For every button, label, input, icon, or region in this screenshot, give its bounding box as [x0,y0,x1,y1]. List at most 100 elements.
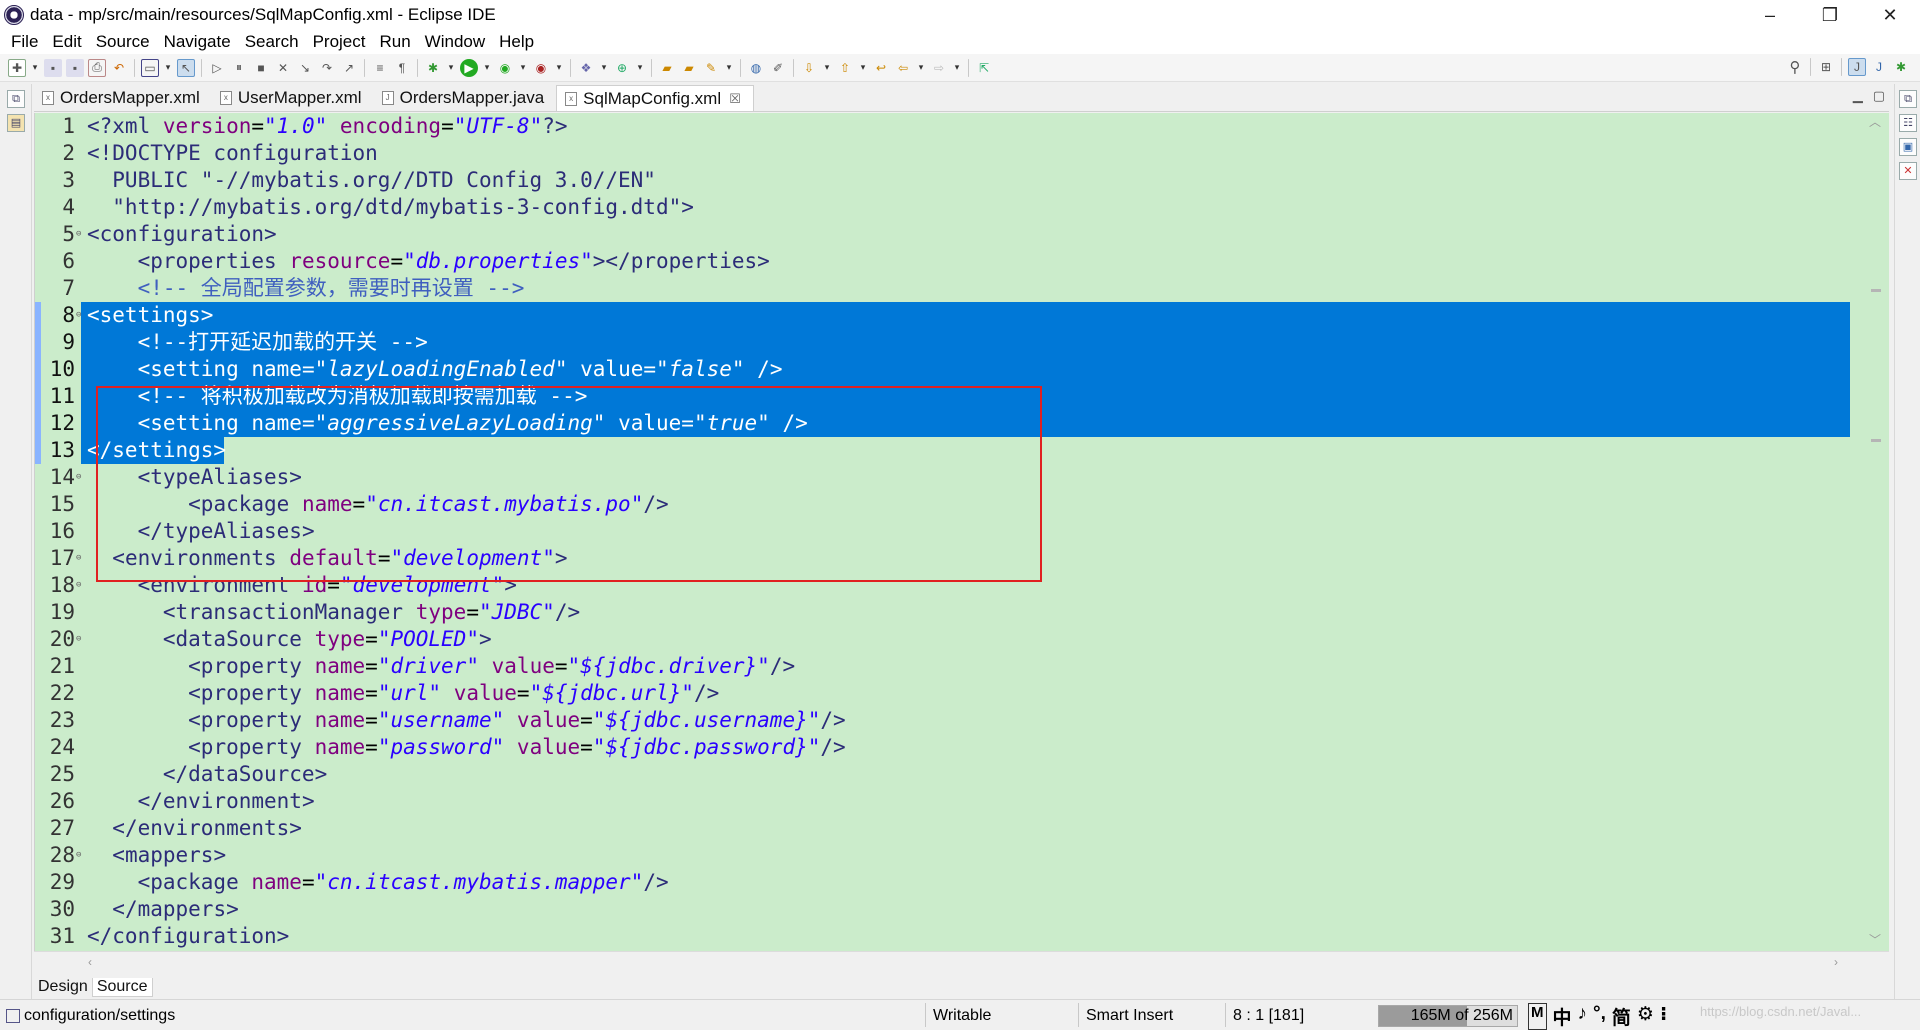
terminal-icon[interactable]: ▭ [141,58,159,77]
code-line[interactable]: 7 <!-- 全局配置参数，需要时再设置 --> [35,275,1850,302]
scroll-left-icon[interactable]: ‹ [88,955,92,969]
step-into-icon[interactable]: ↘ [296,59,314,77]
horizontal-scrollbar[interactable]: ‹ › [34,951,1889,975]
next-annotation-dropdown-icon[interactable]: ▾ [822,59,832,77]
debug-icon[interactable]: ✱ [424,59,442,77]
new-class-dropdown-icon[interactable]: ▾ [635,59,645,77]
maximize-editor-icon[interactable]: ▢ [1873,88,1885,104]
terminate-icon[interactable]: ■ [252,59,270,77]
pin-editor-icon[interactable]: ⇱ [975,59,993,77]
new-icon[interactable]: ✚ [8,58,26,77]
menu-search[interactable]: Search [238,32,306,52]
skip-breakpoints-icon[interactable]: ↖ [177,58,195,77]
debug-perspective-icon[interactable]: ✱ [1892,58,1910,76]
fold-toggle-icon[interactable]: ⊖ [76,464,81,491]
search-tool-dropdown-icon[interactable]: ▾ [724,59,734,77]
coverage-icon[interactable]: ◉ [496,59,514,77]
toggle-block-icon[interactable]: ≡ [371,59,389,77]
code-line[interactable]: 24 <property name="password" value="${jd… [35,734,1850,761]
tab-design[interactable]: Design [34,978,92,996]
code-line[interactable]: 9 <!--打开延迟加载的开关 --> [35,329,1850,356]
tab-source[interactable]: Source [91,977,153,997]
scroll-up-icon[interactable]: ︿ [1869,113,1881,130]
forward-icon[interactable]: ⇨ [930,59,948,77]
minimize-button[interactable]: – [1740,0,1800,30]
open-perspective-icon[interactable]: ⊞ [1817,58,1835,76]
tab-user-mapper-xml[interactable]: x UserMapper.xml [212,85,374,111]
last-edit-icon[interactable]: ↩ [872,59,890,77]
tab-sqlmapconfig-xml[interactable]: x SqlMapConfig.xml ☒ [556,85,754,111]
code-line[interactable]: 17 ⊖ <environments default="development"> [35,545,1850,572]
show-whitespace-icon[interactable]: ¶ [393,59,411,77]
fold-toggle-icon[interactable]: ⊖ [76,572,81,599]
code-line[interactable]: 15 <package name="cn.itcast.mybatis.po"/… [35,491,1850,518]
menu-edit[interactable]: Edit [45,32,88,52]
code-line[interactable]: 20 ⊖ <dataSource type="POOLED"> [35,626,1850,653]
java-ee-perspective-icon[interactable]: J [1848,58,1866,76]
code-line[interactable]: 14 ⊖ <typeAliases> [35,464,1850,491]
code-line[interactable]: 10 <setting name="lazyLoadingEnabled" va… [35,356,1850,383]
undo-history-icon[interactable]: ↶ [110,59,128,77]
xml-source-editor[interactable]: 1 <?xml version="1.0" encoding="UTF-8"?> 2… [34,113,1889,951]
problems-view-icon[interactable]: ✕ [1899,162,1917,180]
code-line[interactable]: 18 ⊖ <environment id="development"> [35,572,1850,599]
code-line[interactable]: 25 </dataSource> [35,761,1850,788]
run-dropdown-icon[interactable]: ▾ [482,59,492,77]
ime-punctuation[interactable]: °, [1593,1003,1606,1030]
resume-icon[interactable]: ▷ [208,59,226,77]
code-line[interactable]: 22 <property name="url" value="${jdbc.ur… [35,680,1850,707]
code-line[interactable]: 26 </environment> [35,788,1850,815]
outline-view-icon[interactable]: ☷ [1899,114,1917,132]
minimize-editor-icon[interactable]: ▁ [1853,88,1863,104]
code-line[interactable]: 1 <?xml version="1.0" encoding="UTF-8"?> [35,113,1850,140]
menu-window[interactable]: Window [418,32,492,52]
previous-annotation-dropdown-icon[interactable]: ▾ [858,59,868,77]
code-line[interactable]: 16 </typeAliases> [35,518,1850,545]
debug-dropdown-icon[interactable]: ▾ [446,59,456,77]
step-return-icon[interactable]: ↗ [340,59,358,77]
open-type-icon[interactable]: ▰ [658,59,676,77]
code-line[interactable]: 19 <transactionManager type="JDBC"/> [35,599,1850,626]
code-line[interactable]: 23 <property name="username" value="${jd… [35,707,1850,734]
close-tab-icon[interactable]: ☒ [729,91,741,107]
menu-run[interactable]: Run [372,32,417,52]
menu-help[interactable]: Help [492,32,541,52]
package-explorer-icon[interactable]: ▤ [7,114,25,132]
code-line[interactable]: 8 ⊖ <settings> [35,302,1850,329]
coverage-dropdown-icon[interactable]: ▾ [518,59,528,77]
code-line[interactable]: 4 "http://mybatis.org/dtd/mybatis-3-conf… [35,194,1850,221]
fold-toggle-icon[interactable]: ⊖ [76,302,81,329]
code-line[interactable]: 11 <!-- 将积极加载改为消极加载即按需加载 --> [35,383,1850,410]
ime-halfwidth[interactable]: ♪ [1578,1003,1588,1030]
open-task-icon[interactable]: ▰ [680,59,698,77]
code-line[interactable]: 3 PUBLIC "-//mybatis.org//DTD Config 3.0… [35,167,1850,194]
code-line[interactable]: 5 ⊖ <configuration> [35,221,1850,248]
save-all-icon[interactable]: ▪ [66,58,84,77]
restore-view-icon[interactable]: ⧉ [7,90,25,108]
tab-orders-mapper-java[interactable]: J OrdersMapper.java [374,85,557,111]
search-icon[interactable]: ⚲ [1786,58,1804,76]
step-over-icon[interactable]: ↷ [318,59,336,77]
external-tools-dropdown-icon[interactable]: ▾ [554,59,564,77]
code-line[interactable]: 13 </settings> [35,437,1850,464]
java-perspective-icon[interactable]: J [1870,58,1888,76]
ime-more-icon[interactable]: ⁝ [1660,1003,1667,1030]
ime-mode[interactable]: M [1528,1003,1547,1030]
terminal-dropdown-icon[interactable]: ▾ [163,59,173,77]
previous-annotation-icon[interactable]: ⇧ [836,59,854,77]
annotation-icon[interactable]: ✐ [769,59,787,77]
search-tool-icon[interactable]: ✎ [702,59,720,77]
disconnect-icon[interactable]: ✕ [274,59,292,77]
back-icon[interactable]: ⇦ [894,59,912,77]
scroll-down-icon[interactable]: ﹀ [1869,931,1881,948]
code-line[interactable]: 2 <!DOCTYPE configuration [35,140,1850,167]
back-dropdown-icon[interactable]: ▾ [916,59,926,77]
restore-button[interactable]: ❐ [1800,0,1860,30]
task-list-icon[interactable]: ▣ [1899,138,1917,156]
code-line[interactable]: 28 ⊖ <mappers> [35,842,1850,869]
heap-status[interactable]: 165M of 256M [1378,1005,1518,1027]
print-icon[interactable]: ⎙ [88,58,106,77]
code-line[interactable]: 21 <property name="driver" value="${jdbc… [35,653,1850,680]
vertical-scrollbar[interactable]: ︿ ﹀ [1863,113,1889,951]
menu-navigate[interactable]: Navigate [157,32,238,52]
